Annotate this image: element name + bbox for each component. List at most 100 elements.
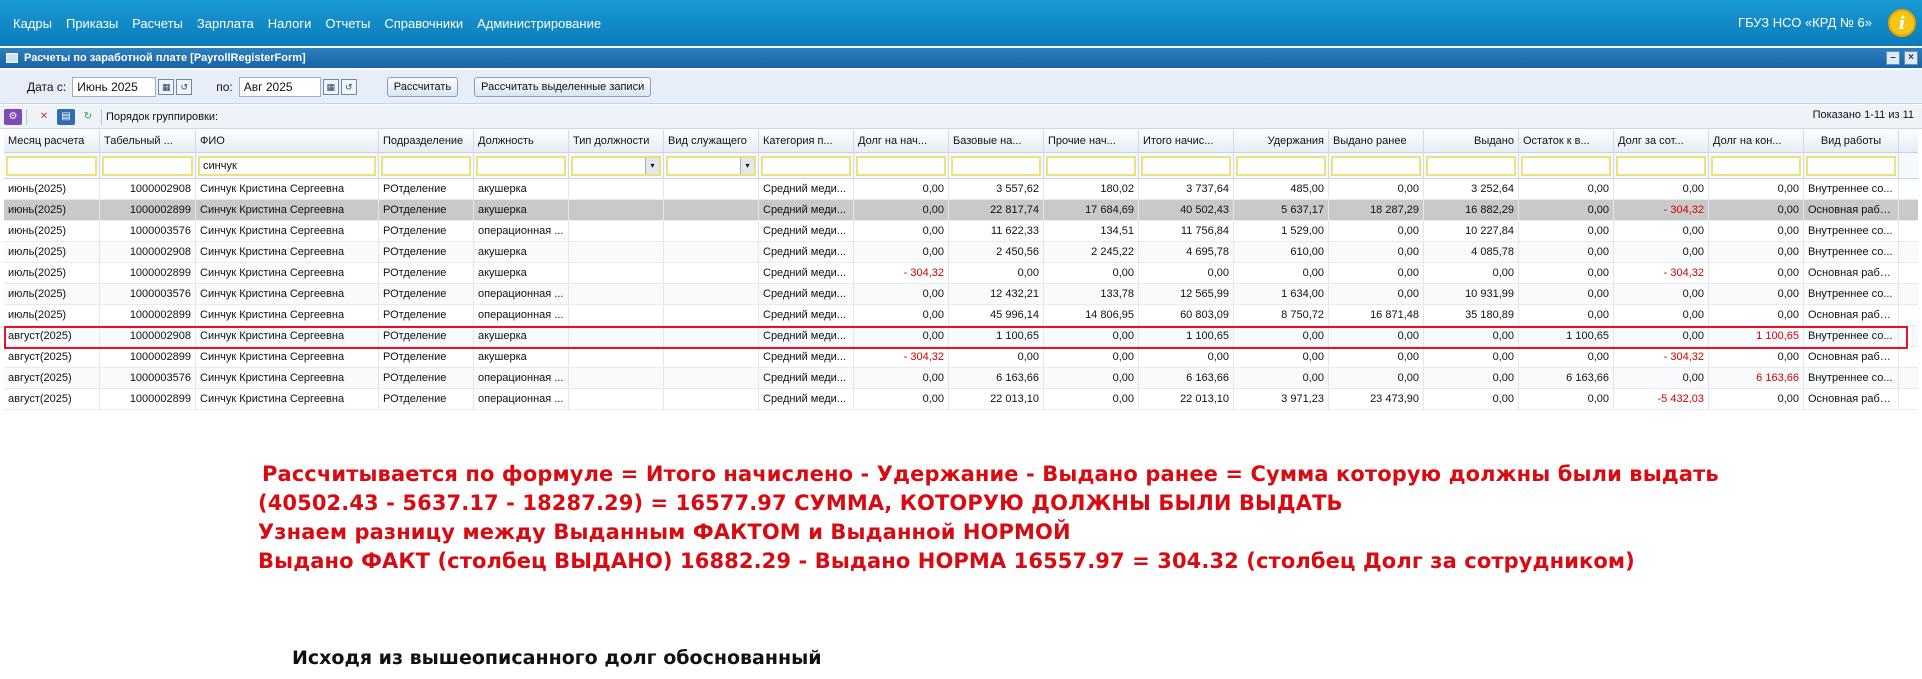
filter-input[interactable]: синчук [198, 156, 376, 176]
column-header[interactable]: Табельный ... [100, 130, 196, 152]
table-cell: 22 013,10 [1139, 389, 1234, 409]
table-cell: Синчук Кристина Сергеевна [196, 347, 379, 367]
table-cell: 0,00 [1709, 389, 1804, 409]
menu-item-kadry[interactable]: Кадры [6, 16, 59, 31]
refresh-icon[interactable]: ↻ [79, 109, 97, 125]
filter-input[interactable] [1141, 156, 1231, 176]
table-row[interactable]: август(2025) 1000002908 Синчук Кристина Се… [4, 326, 1918, 347]
filter-input[interactable] [381, 156, 471, 176]
column-header[interactable]: Удержания [1234, 130, 1329, 152]
table-row[interactable]: июль(2025) 1000002899 Синчук Кристина Серг… [4, 305, 1918, 326]
grid-body: июнь(2025) 1000002908 Синчук Кристина Серг… [4, 179, 1918, 410]
table-cell: -5 432,03 [1614, 389, 1709, 409]
form-icon [6, 53, 18, 63]
table-cell: 1000002908 [100, 326, 196, 346]
table-row[interactable]: август(2025) 1000002899 Синчук Кристина Се… [4, 389, 1918, 410]
calculate-selected-button[interactable]: Рассчитать выделенные записи [474, 76, 652, 97]
table-row[interactable]: июль(2025) 1000003576 Синчук Кристина Серг… [4, 284, 1918, 305]
filter-input[interactable] [1616, 156, 1706, 176]
calculate-button[interactable]: Рассчитать [386, 76, 459, 97]
menu-item-raschety[interactable]: Расчеты [125, 16, 190, 31]
info-icon[interactable]: i [1888, 9, 1916, 37]
table-row[interactable]: июль(2025) 1000002899 Синчук Кристина Серг… [4, 263, 1918, 284]
filter-cell [1044, 153, 1139, 178]
chevron-down-icon[interactable]: ▾ [740, 158, 754, 174]
column-header[interactable]: Месяц расчета [4, 130, 100, 152]
filter-input[interactable] [476, 156, 566, 176]
filter-input[interactable] [1711, 156, 1801, 176]
menu-item-administrirovanie[interactable]: Администрирование [470, 16, 608, 31]
table-cell: 1 100,65 [1139, 326, 1234, 346]
column-header[interactable]: Базовые на... [949, 130, 1044, 152]
table-cell: 0,00 [854, 326, 949, 346]
calendar-icon[interactable]: ▦ [322, 78, 339, 95]
close-button[interactable]: × [1904, 51, 1918, 65]
column-header[interactable]: Итого начис... [1139, 130, 1234, 152]
column-header[interactable]: Выдано ранее [1329, 130, 1424, 152]
table-cell: 180,02 [1044, 179, 1139, 199]
clear-filter-icon[interactable]: ✕ [35, 109, 53, 125]
column-header[interactable]: Подразделение [379, 130, 474, 152]
menu-item-otchety[interactable]: Отчеты [318, 16, 377, 31]
menu-item-spravochniki[interactable]: Справочники [377, 16, 470, 31]
column-header[interactable]: Долг на нач... [854, 130, 949, 152]
date-from-field[interactable]: Июнь 2025 [72, 76, 157, 97]
filter-input[interactable]: ▾ [571, 156, 661, 176]
filter-input[interactable] [951, 156, 1041, 176]
table-row[interactable]: июнь(2025) 1000002908 Синчук Кристина Серг… [4, 179, 1918, 200]
menu-item-prikazy[interactable]: Приказы [59, 16, 125, 31]
clear-date-icon[interactable]: ↺ [176, 78, 193, 95]
column-header[interactable]: Долг на кон... [1709, 130, 1804, 152]
table-cell: 0,00 [1709, 347, 1804, 367]
table-cell: 1000003576 [100, 221, 196, 241]
minimize-button[interactable]: – [1886, 51, 1900, 65]
filter-input[interactable] [102, 156, 193, 176]
column-header[interactable]: Категория п... [759, 130, 854, 152]
filter-input[interactable] [761, 156, 851, 176]
table-cell: август(2025) [4, 368, 100, 388]
filter-input[interactable] [1046, 156, 1136, 176]
clear-date-icon[interactable]: ↺ [340, 78, 357, 95]
filter-cell [1709, 153, 1804, 178]
chevron-down-icon[interactable]: ▾ [645, 158, 659, 174]
filter-input[interactable] [1806, 156, 1896, 176]
table-row-selected[interactable]: июнь(2025) 1000002899 Синчук Кристина Серг… [4, 200, 1918, 221]
date-to-field[interactable]: Авг 2025 [238, 76, 321, 97]
table-row[interactable]: август(2025) 1000002899 Синчук Кристина Се… [4, 347, 1918, 368]
filter-input[interactable] [1236, 156, 1326, 176]
table-cell: Синчук Кристина Сергеевна [196, 179, 379, 199]
print-icon[interactable]: ▤ [57, 108, 75, 125]
records-shown: Показано 1-11 из 11 [1812, 109, 1914, 121]
column-header[interactable]: Долг за сот... [1614, 130, 1709, 152]
menu-item-nalogi[interactable]: Налоги [261, 16, 319, 31]
table-cell: 0,00 [854, 200, 949, 220]
filter-input[interactable] [1426, 156, 1516, 176]
table-row[interactable]: июнь(2025) 1000003576 Синчук Кристина Серг… [4, 221, 1918, 242]
date-to-label: по: [216, 79, 233, 94]
calendar-icon[interactable]: ▦ [158, 78, 175, 95]
menu-dropdown-icon[interactable]: ⚙ [4, 108, 22, 125]
table-cell [569, 368, 664, 388]
column-header[interactable]: Тип должности [569, 130, 664, 152]
table-cell [664, 368, 759, 388]
column-header[interactable]: Прочие нач... [1044, 130, 1139, 152]
filter-input[interactable]: ▾ [666, 156, 756, 176]
column-header[interactable]: Должность [474, 130, 569, 152]
table-cell: Основная рабо... [1804, 389, 1899, 409]
filter-input[interactable] [6, 156, 97, 176]
table-cell: РОтделение [379, 305, 474, 325]
column-header[interactable]: Вид работы [1804, 130, 1899, 152]
column-header[interactable]: Выдано [1424, 130, 1519, 152]
table-row[interactable]: август(2025) 1000003576 Синчук Кристина Се… [4, 368, 1918, 389]
filter-input[interactable] [856, 156, 946, 176]
column-header[interactable]: ФИО [196, 130, 379, 152]
filter-input[interactable] [1331, 156, 1421, 176]
table-cell: 23 473,90 [1329, 389, 1424, 409]
table-cell: 8 750,72 [1234, 305, 1329, 325]
column-header[interactable]: Остаток к в... [1519, 130, 1614, 152]
menu-item-zarplata[interactable]: Зарплата [190, 16, 261, 31]
column-header[interactable]: Вид служащего [664, 130, 759, 152]
table-row[interactable]: июль(2025) 1000002908 Синчук Кристина Серг… [4, 242, 1918, 263]
table-cell: 0,00 [1709, 221, 1804, 241]
filter-input[interactable] [1521, 156, 1611, 176]
